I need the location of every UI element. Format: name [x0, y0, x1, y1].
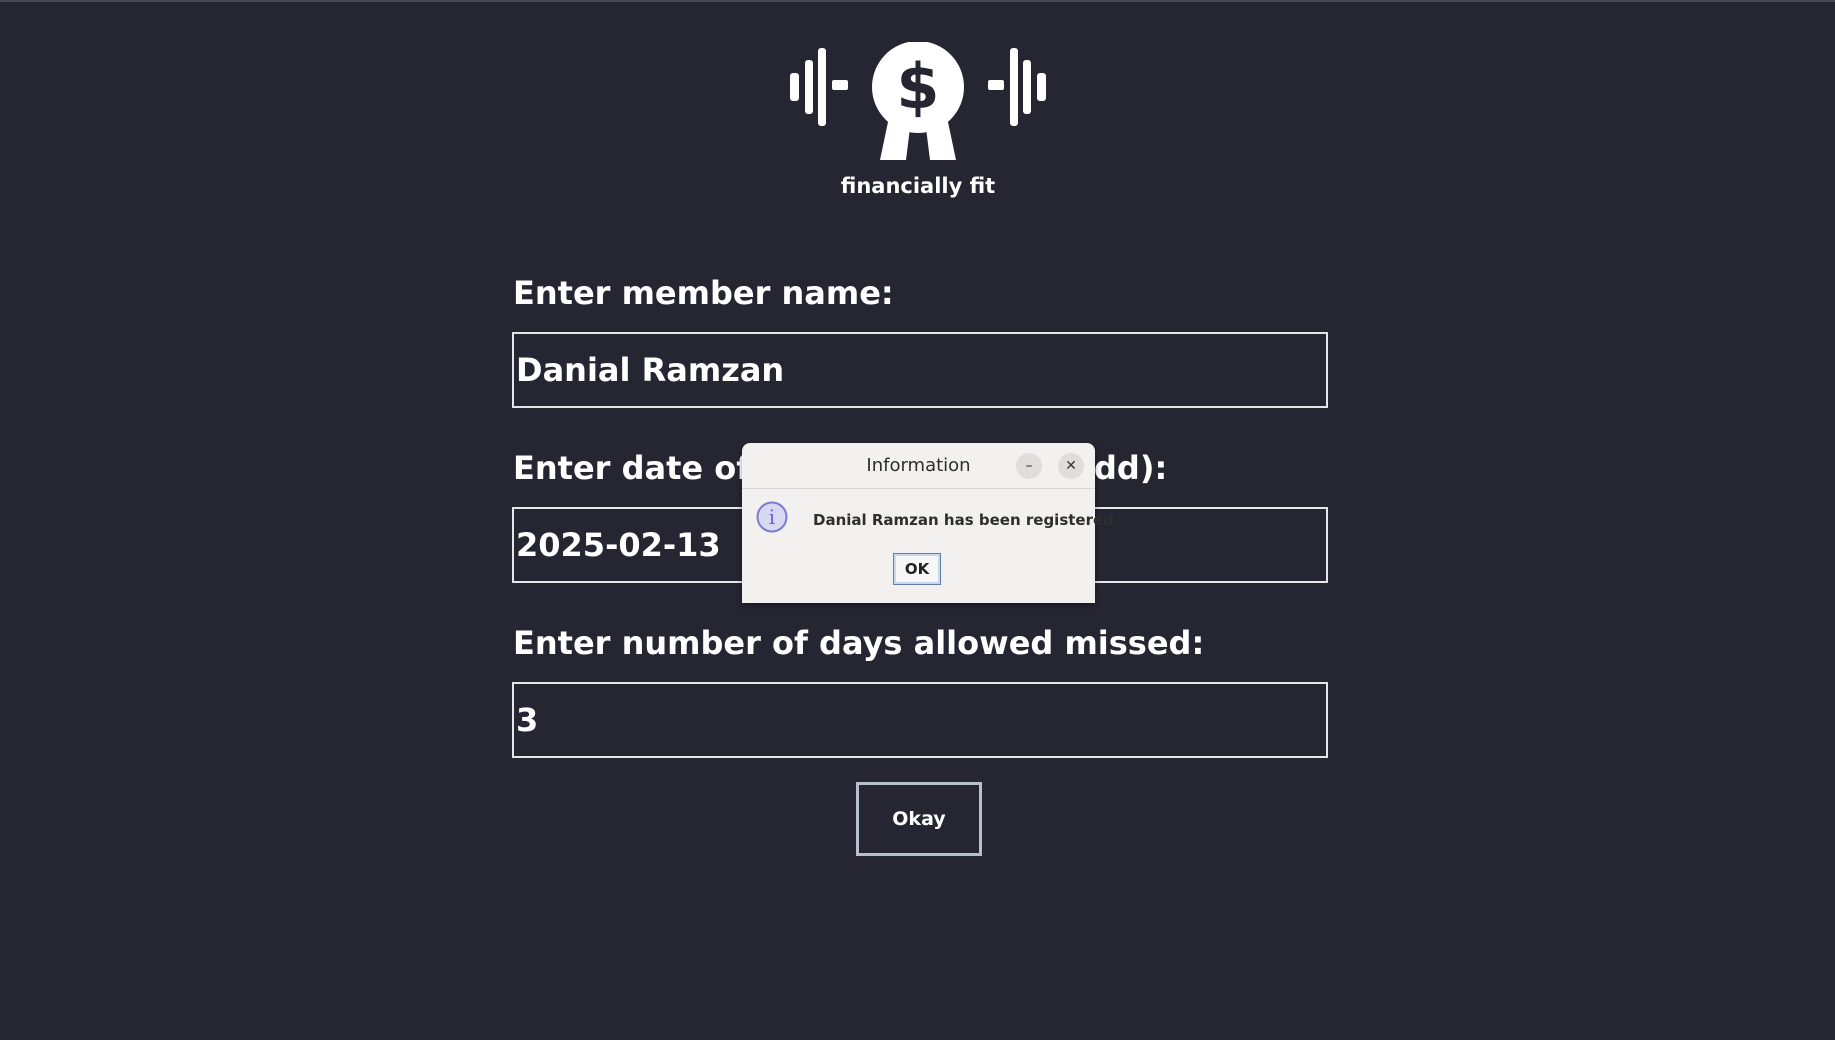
financially-fit-logo: $: [790, 42, 1046, 160]
registration-date-label: Enter date of r dd):: [513, 449, 1167, 487]
information-dialog: Information – ✕ i Danial Ramzan has been…: [742, 443, 1120, 603]
information-icon: i: [756, 501, 788, 533]
member-name-input[interactable]: Danial Ramzan: [512, 332, 1328, 408]
member-name-label: Enter member name:: [513, 274, 894, 312]
logo-text: financially fit: [840, 174, 996, 198]
minimize-icon[interactable]: –: [1016, 453, 1042, 479]
days-missed-value: 3: [516, 701, 539, 739]
days-missed-input[interactable]: 3: [512, 682, 1328, 758]
member-name-value: Danial Ramzan: [516, 351, 785, 389]
logo-bar: [818, 48, 826, 126]
dialog-titlebar[interactable]: Information – ✕: [742, 443, 1095, 489]
registration-date-value: 2025-02-13: [516, 526, 721, 564]
logo-bar: [988, 80, 1004, 90]
logo-bar: [1023, 60, 1031, 114]
dialog-title: Information: [866, 455, 971, 476]
window-top-border: [0, 0, 1835, 2]
days-missed-label: Enter number of days allowed missed:: [513, 624, 1205, 662]
dialog-message: Danial Ramzan has been registered.: [813, 511, 1120, 529]
dialog-ok-button[interactable]: OK: [893, 553, 941, 585]
logo-bar: [832, 80, 848, 90]
close-icon[interactable]: ✕: [1058, 453, 1084, 479]
svg-text:i: i: [769, 505, 775, 529]
logo-bar: [790, 73, 799, 101]
registration-date-label-right: dd):: [1094, 449, 1168, 487]
logo-dollar-sign: $: [896, 50, 939, 123]
logo-bar: [1037, 73, 1046, 101]
logo-bar: [805, 60, 813, 114]
registration-date-label-left: Enter date of r: [513, 449, 778, 487]
okay-button[interactable]: Okay: [856, 782, 982, 856]
logo-bar: [1010, 48, 1018, 126]
